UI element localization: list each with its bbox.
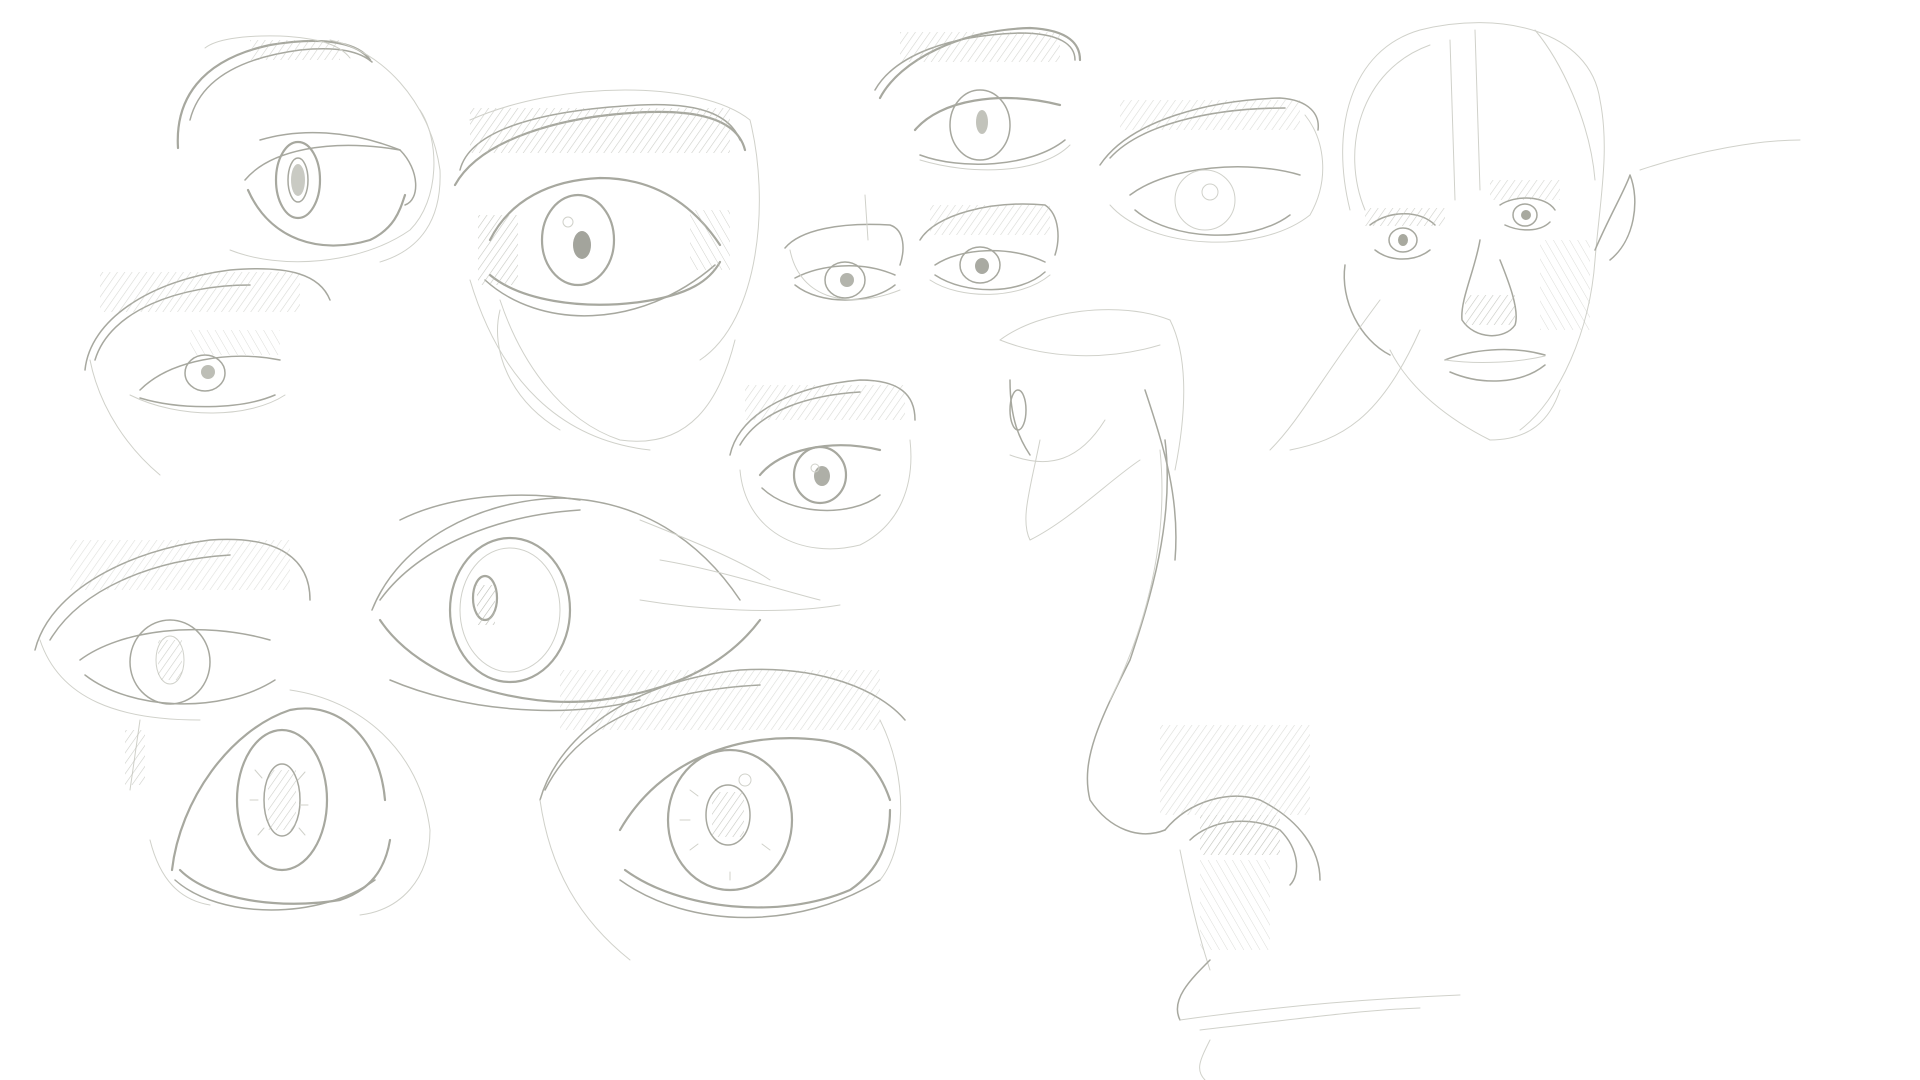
eye-study-top-center (874, 26, 1082, 171)
eye-study-small-pair (784, 194, 1059, 301)
eye-study-bottom-left (34, 538, 311, 791)
eye-study-bottom-left-large-iris (149, 689, 431, 916)
drawing-canvas[interactable] (0, 0, 1920, 1080)
eye-study-left-middle (84, 268, 331, 476)
eye-study-bottom-center (539, 668, 906, 961)
sketch-layer (34, 22, 1801, 1080)
eye-study-top-left (176, 35, 441, 263)
eye-study-center (729, 379, 916, 550)
profile-face-study (999, 309, 1461, 1080)
face-portrait-study (1269, 22, 1801, 451)
eye-study-top-right (1099, 97, 1324, 243)
eye-study-large-shaded (453, 89, 760, 451)
